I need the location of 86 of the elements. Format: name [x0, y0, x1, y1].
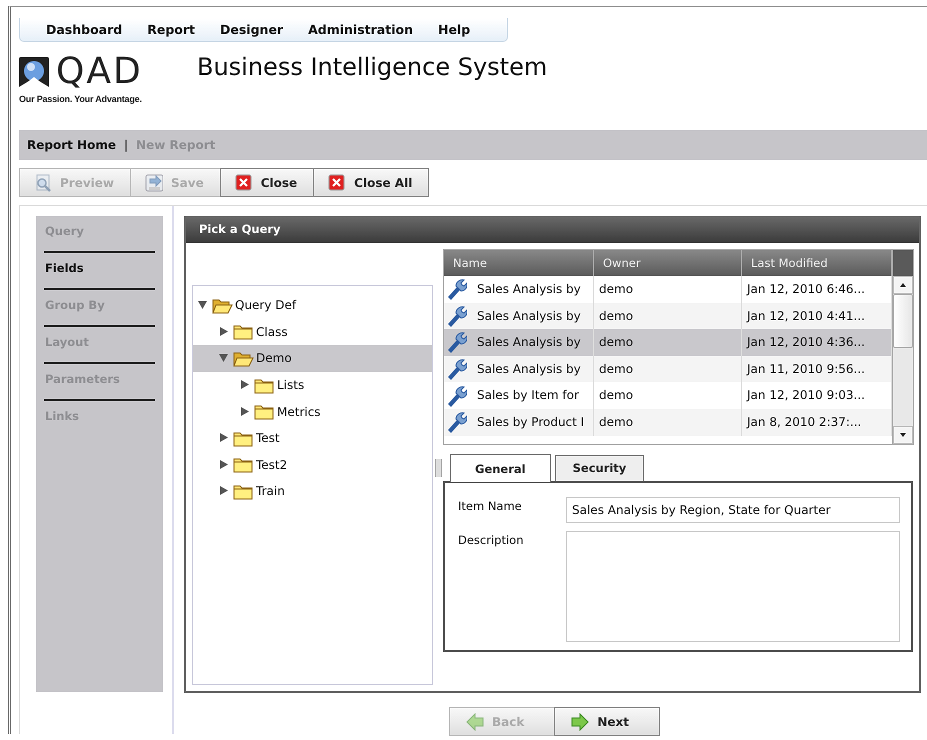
menu-item[interactable]: Dashboard [46, 22, 122, 37]
tree-node-label: Train [256, 484, 285, 498]
wrench-icon [445, 278, 467, 300]
open-folder-icon [233, 350, 254, 367]
expanded-arrow-icon[interactable] [219, 353, 229, 364]
folder-icon [233, 430, 254, 447]
collapsed-arrow-icon[interactable] [219, 326, 229, 337]
table-row[interactable]: Sales Analysis by demo Jan 12, 2010 4:41... [444, 302, 892, 330]
toolbar-button[interactable]: Close [220, 168, 314, 197]
field-label: Description [458, 532, 524, 549]
up-arrow-icon [899, 282, 907, 288]
logo-text: QAD [56, 55, 143, 89]
wrench-icon [445, 411, 467, 434]
scroll-up-button[interactable] [893, 276, 913, 294]
folder-icon [254, 376, 275, 394]
tree-node[interactable]: Metrics [193, 398, 432, 425]
tree-node-label: Lists [277, 378, 304, 392]
wrench-icon [445, 304, 467, 327]
tree-node[interactable]: Query Def [193, 292, 432, 319]
tree-node[interactable]: Demo [193, 345, 432, 372]
panel-title: Pick a Query [186, 216, 919, 243]
expanded-arrow-icon[interactable] [198, 300, 208, 310]
query-name: Sales by Item for [477, 387, 579, 404]
tree-node[interactable]: Train [193, 478, 432, 505]
close-icon [328, 174, 346, 192]
tree-node-label: Query Def [235, 298, 296, 312]
app-title: Business Intelligence System [197, 53, 548, 81]
save-icon [145, 174, 164, 192]
wizard-step[interactable]: Fields [44, 253, 155, 290]
menu-item[interactable]: Administration [308, 22, 413, 37]
query-name: Sales Analysis by [477, 308, 581, 325]
description-field[interactable] [566, 531, 900, 642]
breadcrumb-separator: | [124, 138, 128, 152]
field-label: Item Name [458, 498, 523, 515]
tree-node[interactable]: Test2 [193, 452, 432, 478]
open-folder-icon [212, 296, 233, 314]
tree-node-label: Class [256, 324, 288, 339]
table-row[interactable]: Sales by Product I demo Jan 8, 2010 2:37:... [444, 408, 892, 436]
query-name: Sales Analysis by [477, 360, 581, 378]
query-name: Sales Analysis by [477, 281, 581, 298]
query-name: Sales Analysis by [477, 334, 581, 352]
logo-tagline: Our Passion. Your Advantage. [19, 94, 143, 104]
tree-node[interactable]: Test [193, 424, 432, 452]
folder-icon [233, 482, 254, 500]
collapsed-arrow-icon[interactable] [219, 433, 229, 444]
folder-icon [233, 456, 254, 474]
menu-item[interactable]: Report [147, 22, 196, 37]
nav-button[interactable]: Next [554, 707, 660, 736]
down-arrow-icon [899, 432, 907, 438]
column-header[interactable]: Owner [594, 250, 742, 276]
menu-item[interactable]: Help [438, 22, 470, 37]
tree-node-label: Test [256, 431, 280, 446]
toolbar-button[interactable]: Close All [313, 168, 430, 197]
table-cell: demo [594, 408, 742, 436]
menu-item[interactable]: Designer [220, 22, 284, 37]
close-icon [234, 174, 253, 192]
tree-node-label: Metrics [277, 404, 321, 419]
tree-node[interactable]: Lists [193, 372, 432, 398]
query-name: Sales by Product I [477, 414, 584, 431]
wrench-icon [445, 331, 467, 354]
collapsed-arrow-icon[interactable] [240, 380, 250, 390]
folder-icon [233, 323, 254, 340]
preview-icon [34, 174, 52, 192]
scroll-down-button[interactable] [893, 426, 913, 444]
tree-node-label: Demo [256, 351, 292, 366]
table-cell: demo [594, 356, 742, 382]
logo-icon [19, 56, 50, 88]
collapsed-arrow-icon[interactable] [219, 486, 229, 496]
back-arrow-icon [466, 712, 484, 730]
tree-node-label: Test2 [256, 458, 288, 472]
wrench-icon [445, 384, 467, 407]
splitter-handle[interactable] [435, 458, 442, 476]
wrench-icon [445, 358, 467, 380]
collapsed-arrow-icon[interactable] [240, 406, 250, 417]
folder-icon [254, 403, 275, 420]
scrollbar-thumb[interactable] [893, 294, 913, 348]
tab[interactable]: Security [554, 455, 644, 481]
next-arrow-icon [571, 712, 590, 730]
collapsed-arrow-icon[interactable] [219, 460, 229, 470]
tree-node[interactable]: Class [193, 318, 432, 346]
column-header[interactable]: Name [444, 250, 594, 276]
item-name-field[interactable]: Sales Analysis by Region, State for Quarter [566, 497, 900, 523]
table-row[interactable]: Sales Analysis by demo Jan 12, 2010 4:36... [444, 329, 892, 356]
tab[interactable]: General [450, 454, 551, 482]
breadcrumb-link[interactable]: Report Home [27, 138, 116, 152]
table-row[interactable]: Sales Analysis by demo Jan 11, 2010 9:56... [444, 356, 892, 382]
